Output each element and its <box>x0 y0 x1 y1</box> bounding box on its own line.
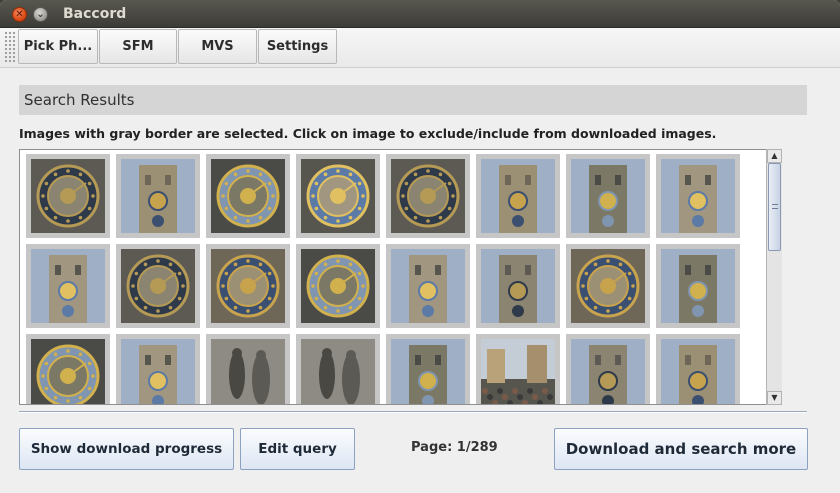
thumbnail-calendar-dial-monochrome[interactable] <box>206 244 290 328</box>
thumbnail-blue-dial-angle[interactable] <box>296 244 380 328</box>
thumbnail-image <box>481 159 555 233</box>
thumbnail-image <box>31 339 105 404</box>
thumbnail-image <box>661 249 735 323</box>
thumbnail-image <box>481 339 555 404</box>
thumbnail-calendar-dial-statues[interactable] <box>206 334 290 404</box>
thumbnail-tower-clock-dark[interactable] <box>26 244 110 328</box>
tab-sfm[interactable]: SFM <box>99 29 177 64</box>
scrollbar-thumb[interactable] <box>768 163 781 251</box>
thumbnail-image <box>301 249 375 323</box>
thumbnail-image <box>301 159 375 233</box>
thumbnail-astronomical-clock-figures[interactable] <box>26 154 110 238</box>
title-bar: ✕ ⌄ Baccord <box>0 0 840 28</box>
grip-icon <box>772 204 778 209</box>
thumbnail-tower-facade[interactable] <box>476 154 560 238</box>
tab-mvs[interactable]: MVS <box>178 29 257 64</box>
thumbnail-dial-closeup-blue[interactable] <box>26 334 110 404</box>
thumbnail-tower-night-sky[interactable] <box>656 154 740 238</box>
thumbnail-tower-facade-day[interactable] <box>386 244 470 328</box>
page-indicator: Page: 1/289 <box>411 440 498 455</box>
thumbnail-blue-dial-zodiac[interactable] <box>116 244 200 328</box>
thumbnail-clock-tower-full[interactable] <box>566 334 650 404</box>
thumbnail-tower-clock-overview[interactable] <box>656 244 740 328</box>
selection-instructions: Images with gray border are selected. Cl… <box>19 126 717 141</box>
close-window-button[interactable]: ✕ <box>12 7 27 22</box>
scroll-up-arrow[interactable]: ▲ <box>767 149 782 163</box>
thumbnail-tower-golden-light[interactable] <box>386 334 470 404</box>
toolbar: Pick Ph... SFM MVS Settings <box>0 28 840 68</box>
thumbnail-clock-tower-closeup[interactable] <box>116 154 200 238</box>
thumbnail-image <box>211 159 285 233</box>
thumbnail-image <box>31 249 105 323</box>
thumbnail-image <box>211 339 285 404</box>
thumbnail-calendar-dial-gold[interactable] <box>386 154 470 238</box>
toolbar-grip[interactable] <box>4 31 16 63</box>
edit-query-button[interactable]: Edit query <box>240 428 355 470</box>
thumbnail-blue-dial-vivid[interactable] <box>566 244 650 328</box>
thumbnail-image <box>121 339 195 404</box>
app-window: ✕ ⌄ Baccord Pick Ph... SFM MVS Settings … <box>0 0 840 493</box>
thumbnail-statue-figures[interactable] <box>296 334 380 404</box>
divider <box>19 411 807 413</box>
thumbnail-image <box>571 339 645 404</box>
thumbnail-image <box>391 249 465 323</box>
thumbnail-image <box>121 249 195 323</box>
thumbnail-image <box>661 339 735 404</box>
chevron-down-icon: ⌄ <box>36 9 45 20</box>
thumbnail-clock-tower-blue[interactable] <box>656 334 740 404</box>
thumbnail-image <box>121 159 195 233</box>
download-and-search-more-button[interactable]: Download and search more <box>554 428 808 470</box>
tab-pick-photos[interactable]: Pick Ph... <box>18 29 98 64</box>
thumbnail-crowd-square[interactable] <box>476 334 560 404</box>
thumbnail-old-town-hall-tower[interactable] <box>116 334 200 404</box>
thumbnail-clock-dial-grey[interactable] <box>296 154 380 238</box>
image-gallery <box>19 149 782 405</box>
minimize-window-button[interactable]: ⌄ <box>33 7 48 22</box>
thumbnail-image <box>31 159 105 233</box>
thumbnail-clock-dial-detail[interactable] <box>206 154 290 238</box>
search-results-header: Search Results <box>19 85 807 115</box>
thumbnail-image <box>661 159 735 233</box>
gallery-scrollbar[interactable]: ▲ ▼ <box>766 149 782 405</box>
thumbnail-image <box>301 339 375 404</box>
window-title: Baccord <box>63 6 127 22</box>
tab-settings[interactable]: Settings <box>258 29 337 64</box>
thumbnail-image <box>391 159 465 233</box>
thumbnail-image <box>391 339 465 404</box>
thumbnail-image <box>571 249 645 323</box>
thumbnail-tower-clock-sunlit[interactable] <box>476 244 560 328</box>
thumbnail-tower-window-arches[interactable] <box>566 154 650 238</box>
scroll-down-arrow[interactable]: ▼ <box>767 391 782 405</box>
thumbnail-image <box>211 249 285 323</box>
close-icon: ✕ <box>15 9 24 20</box>
thumbnail-image <box>481 249 555 323</box>
thumbnail-image <box>571 159 645 233</box>
show-download-progress-button[interactable]: Show download progress <box>19 428 234 470</box>
